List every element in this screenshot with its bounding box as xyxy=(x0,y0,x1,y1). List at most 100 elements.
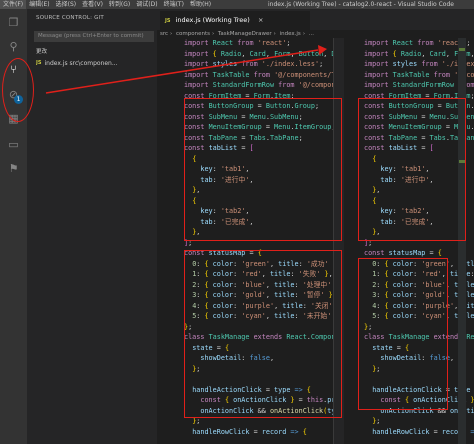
code-line[interactable]: }; xyxy=(344,322,474,333)
diff-left-pane[interactable]: import React from 'react'; import { Radio… xyxy=(160,38,333,444)
code-line[interactable]: const ButtonGroup = Button.Group xyxy=(344,101,474,112)
code-line[interactable]: key: 'tab1', xyxy=(160,164,333,175)
code-line[interactable]: }; xyxy=(160,364,333,375)
changed-file-item[interactable]: JS index.js src\componen... xyxy=(36,58,151,68)
menu-terminal[interactable]: 终端(T) xyxy=(161,0,187,9)
search-icon[interactable]: ⚲ xyxy=(7,40,20,53)
tab-index-working-tree[interactable]: JS index.js (Working Tree) × xyxy=(160,11,310,30)
code-line[interactable]: 2: { color: 'blue', title: '处理中' }, xyxy=(160,280,333,291)
code-line[interactable]: { xyxy=(344,154,474,165)
code-line[interactable]: import { Radio, Card, Form, Butto xyxy=(344,49,474,60)
code-line[interactable]: handleActionClick = type => { xyxy=(160,385,333,396)
close-icon[interactable]: × xyxy=(258,16,263,24)
breadcrumb-more[interactable]: ... xyxy=(309,31,314,37)
overview-ruler[interactable] xyxy=(458,38,466,444)
diff-right-pane[interactable]: import React from 'react'; import { Radio… xyxy=(344,38,474,444)
code-line[interactable]: import React from 'react'; xyxy=(344,38,474,49)
code-line[interactable]: { xyxy=(160,154,333,165)
code-line[interactable]: const { onActionClick } = thi xyxy=(344,395,474,406)
code-line[interactable]: import TaskTable from '@/components/Task… xyxy=(160,70,333,81)
breadcrumb-src[interactable]: src xyxy=(160,31,168,37)
code-line[interactable]: import TaskTable from '@/compone xyxy=(344,70,474,81)
code-line[interactable]: 3: { color: 'gold', title: '暂 xyxy=(344,290,474,301)
source-control-icon[interactable]: ⑂ xyxy=(7,63,20,76)
code-line[interactable]: key: 'tab2', xyxy=(344,206,474,217)
code-line[interactable]: const { onActionClick } = this.props xyxy=(160,395,333,406)
menu-selection[interactable]: 选择(S) xyxy=(53,0,80,9)
code-line[interactable]: }, xyxy=(160,227,333,238)
breadcrumb-folder[interactable]: TaskManageDrawer xyxy=(218,31,272,37)
code-line[interactable]: import StandardFormRow from '@/c xyxy=(344,80,474,91)
code-line[interactable]: }, xyxy=(344,185,474,196)
code-line[interactable]: tab: '已完成', xyxy=(160,217,333,228)
code-line[interactable]: 4: { color: 'purple', title: '关闭' }, xyxy=(160,301,333,312)
extensions-icon[interactable]: ▦ xyxy=(7,112,20,125)
code-line[interactable]: tab: '进行中', xyxy=(344,175,474,186)
code-line[interactable]: { xyxy=(344,196,474,207)
code-line[interactable]: }, xyxy=(344,227,474,238)
breadcrumb-file[interactable]: index.js xyxy=(280,31,301,37)
code-line[interactable]: const statusMap = { xyxy=(344,248,474,259)
menu-debug[interactable]: 调试(D) xyxy=(133,0,160,9)
code-line[interactable]: const ButtonGroup = Button.Group; xyxy=(160,101,333,112)
code-line[interactable]: tab: '进行中', xyxy=(160,175,333,186)
menu-file[interactable]: 文件(F) xyxy=(0,0,27,9)
code-line[interactable]: key: 'tab2', xyxy=(160,206,333,217)
code-line[interactable]: import styles from './index.less'; xyxy=(160,59,333,70)
code-line[interactable]: 1: { color: 'red', title: '失败' }, xyxy=(160,269,333,280)
code-line[interactable]: import StandardFormRow from '@/component… xyxy=(160,80,333,91)
code-line[interactable]: const TabPane = Tabs.TabPane; xyxy=(344,133,474,144)
code-line[interactable]: import React from 'react'; xyxy=(160,38,333,49)
code-line[interactable]: tab: '已完成', xyxy=(344,217,474,228)
code-line[interactable]: 5: { color: 'cyan', title: '未开始' }, xyxy=(160,311,333,322)
code-line[interactable]: showDetail: false, xyxy=(344,353,474,364)
bookmark-icon[interactable]: ⚑ xyxy=(7,162,20,175)
code-line[interactable]: import { Radio, Card, Form, Button, Draw… xyxy=(160,49,333,60)
menu-edit[interactable]: 编辑(E) xyxy=(26,0,52,9)
code-line[interactable]: const tabList = [ xyxy=(160,143,333,154)
code-line[interactable]: { xyxy=(160,196,333,207)
code-line[interactable] xyxy=(160,374,333,385)
code-line[interactable]: }; xyxy=(160,322,333,333)
code-line[interactable]: const SubMenu = Menu.SubMenu; xyxy=(344,112,474,123)
explorer-icon[interactable]: ❐ xyxy=(7,16,20,29)
code-line[interactable]: }, xyxy=(160,185,333,196)
code-line[interactable]: ]; xyxy=(160,238,333,249)
code-line[interactable]: 4: { color: 'purple', title: ' xyxy=(344,301,474,312)
code-line[interactable]: state = { xyxy=(160,343,333,354)
code-line[interactable]: }; xyxy=(344,416,474,427)
code-line[interactable]: import styles from './index.less xyxy=(344,59,474,70)
code-line[interactable]: showDetail: false, xyxy=(160,353,333,364)
code-line[interactable] xyxy=(344,374,474,385)
code-line[interactable]: const FormItem = Form.Item; xyxy=(344,91,474,102)
code-line[interactable]: 3: { color: 'gold', title: '暂停' }, xyxy=(160,290,333,301)
code-line[interactable]: onActionClick && onActionClic xyxy=(344,406,474,417)
code-line[interactable]: state = { xyxy=(344,343,474,354)
menu-goto[interactable]: 转到(G) xyxy=(106,0,133,9)
code-line[interactable]: }; xyxy=(344,364,474,375)
code-line[interactable]: 0: { color: 'green', title: '成功' }, xyxy=(160,259,333,270)
code-line[interactable]: onActionClick && onActionClick(type) xyxy=(160,406,333,417)
code-line[interactable]: class TaskManage extends React. xyxy=(344,332,474,343)
code-line[interactable]: const MenuItemGroup = Menu.ItemGroup; xyxy=(160,122,333,133)
code-line[interactable]: }; xyxy=(160,416,333,427)
code-line[interactable]: const MenuItemGroup = Menu.ItemG xyxy=(344,122,474,133)
code-line[interactable]: ]; xyxy=(344,238,474,249)
menu-help[interactable]: 帮助(H) xyxy=(187,0,214,9)
breadcrumb-components[interactable]: components xyxy=(176,31,210,37)
code-line[interactable]: const TabPane = Tabs.TabPane; xyxy=(160,133,333,144)
code-line[interactable]: const FormItem = Form.Item; xyxy=(160,91,333,102)
diff-divider[interactable] xyxy=(333,38,344,444)
code-line[interactable]: 0: { color: 'green', title: ' xyxy=(344,259,474,270)
code-line[interactable]: key: 'tab1', xyxy=(344,164,474,175)
commit-message-input[interactable]: Message (press Ctrl+Enter to commit) xyxy=(34,31,154,42)
code-line[interactable]: handleRowClick = record => { xyxy=(344,427,474,438)
code-line[interactable]: const statusMap = { xyxy=(160,248,333,259)
code-line[interactable]: class TaskManage extends React.Component xyxy=(160,332,333,343)
menu-view[interactable]: 查看(V) xyxy=(79,0,106,9)
code-line[interactable]: handleRowClick = record => { xyxy=(160,427,333,438)
code-line[interactable]: 2: { color: 'blue', title: '处 xyxy=(344,280,474,291)
code-line[interactable]: 1: { color: 'red', title: '失 xyxy=(344,269,474,280)
remote-icon[interactable]: ▭ xyxy=(7,138,20,151)
code-line[interactable]: handleActionClick = type => { xyxy=(344,385,474,396)
